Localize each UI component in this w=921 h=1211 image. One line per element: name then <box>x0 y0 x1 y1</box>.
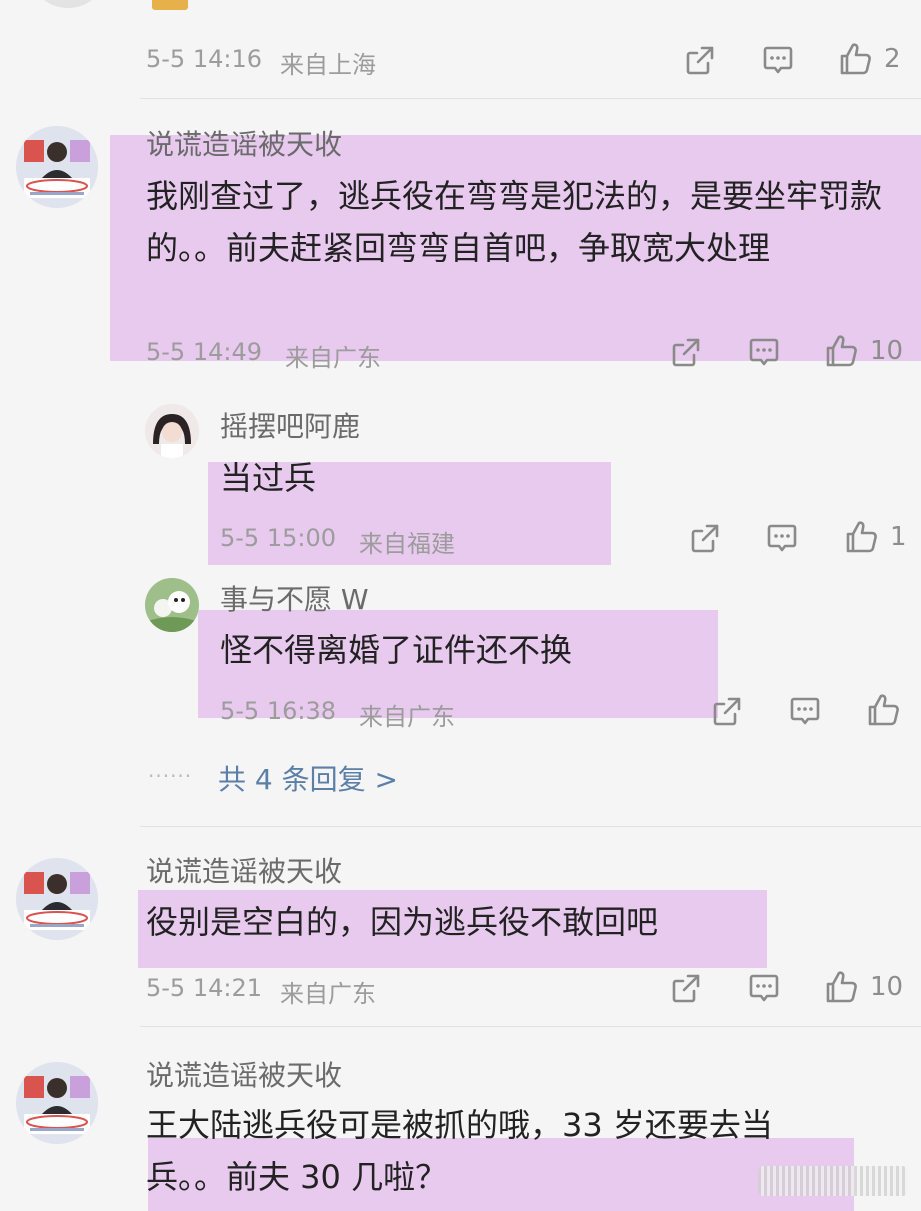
avatar[interactable] <box>145 404 199 458</box>
emoji-fragment <box>152 0 188 10</box>
comment-text: 我刚查过了，逃兵役在弯弯是犯法的，是要坐牢罚款的。。前夫赶紧回弯弯自首吧，争取宽… <box>146 177 883 267</box>
share-icon[interactable] <box>668 334 704 370</box>
avatar[interactable] <box>145 578 199 632</box>
username[interactable]: 事与不愿 W <box>220 578 369 618</box>
comment-time: 5-5 14:49 <box>146 338 262 366</box>
comment-icon[interactable] <box>787 693 823 729</box>
like-button[interactable] <box>864 691 912 729</box>
thumbs-up-icon <box>842 518 880 556</box>
like-button[interactable]: 1 <box>842 518 907 556</box>
divider <box>140 98 921 99</box>
username[interactable]: 说谎造谣被天收 <box>146 850 342 890</box>
username[interactable]: 摇摆吧阿鹿 <box>220 405 360 445</box>
avatar[interactable] <box>16 1062 98 1144</box>
reply-location: 来自广东 <box>359 703 455 731</box>
like-button[interactable]: 10 <box>822 332 903 370</box>
divider <box>140 826 921 827</box>
avatar[interactable] <box>16 126 98 208</box>
username[interactable]: 说谎造谣被天收 <box>146 1054 342 1094</box>
reply-location: 来自福建 <box>359 530 455 558</box>
comment-text: 王大陆逃兵役可是被抓的哦，33 岁还要去当兵。。前夫 30 几啦？ <box>146 1106 773 1196</box>
top-location: 来自上海 <box>280 51 376 79</box>
comment-icon[interactable] <box>764 520 800 556</box>
divider <box>140 1026 921 1027</box>
thumbs-up-icon <box>822 332 860 370</box>
comment-text: 役别是空白的，因为逃兵役不敢回吧 <box>146 903 659 941</box>
share-icon[interactable] <box>682 42 718 78</box>
dots-icon: ······ <box>148 764 193 788</box>
like-count: 10 <box>870 336 904 366</box>
comment-location: 来自广东 <box>285 344 381 372</box>
reply-text: 当过兵 <box>220 459 317 497</box>
comment-icon[interactable] <box>746 970 782 1006</box>
like-button[interactable]: 2 <box>836 40 901 78</box>
comment-icon[interactable] <box>746 334 782 370</box>
thumbs-up-icon <box>864 691 902 729</box>
like-count: 10 <box>870 972 904 1002</box>
reply-text: 怪不得离婚了证件还不换 <box>220 631 573 669</box>
like-count: 1 <box>890 522 907 552</box>
reply-time: 5-5 15:00 <box>220 524 336 552</box>
top-time: 5-5 14:16 <box>146 45 262 73</box>
share-icon[interactable] <box>709 693 745 729</box>
thumbs-up-icon <box>836 40 874 78</box>
partial-avatar-top <box>28 0 108 8</box>
comment-location: 来自广东 <box>280 980 376 1008</box>
thumbs-up-icon <box>822 968 860 1006</box>
comment-icon[interactable] <box>760 42 796 78</box>
comment-time: 5-5 14:21 <box>146 974 262 1002</box>
view-more-replies-link[interactable]: 共 4 条回复 > <box>218 758 398 798</box>
share-icon[interactable] <box>668 970 704 1006</box>
username[interactable]: 说谎造谣被天收 <box>146 123 342 163</box>
reply-time: 5-5 16:38 <box>220 697 336 725</box>
avatar[interactable] <box>16 858 98 940</box>
share-icon[interactable] <box>687 520 723 556</box>
watermark-logo <box>758 1166 908 1196</box>
like-button[interactable]: 10 <box>822 968 903 1006</box>
like-count: 2 <box>884 44 901 74</box>
